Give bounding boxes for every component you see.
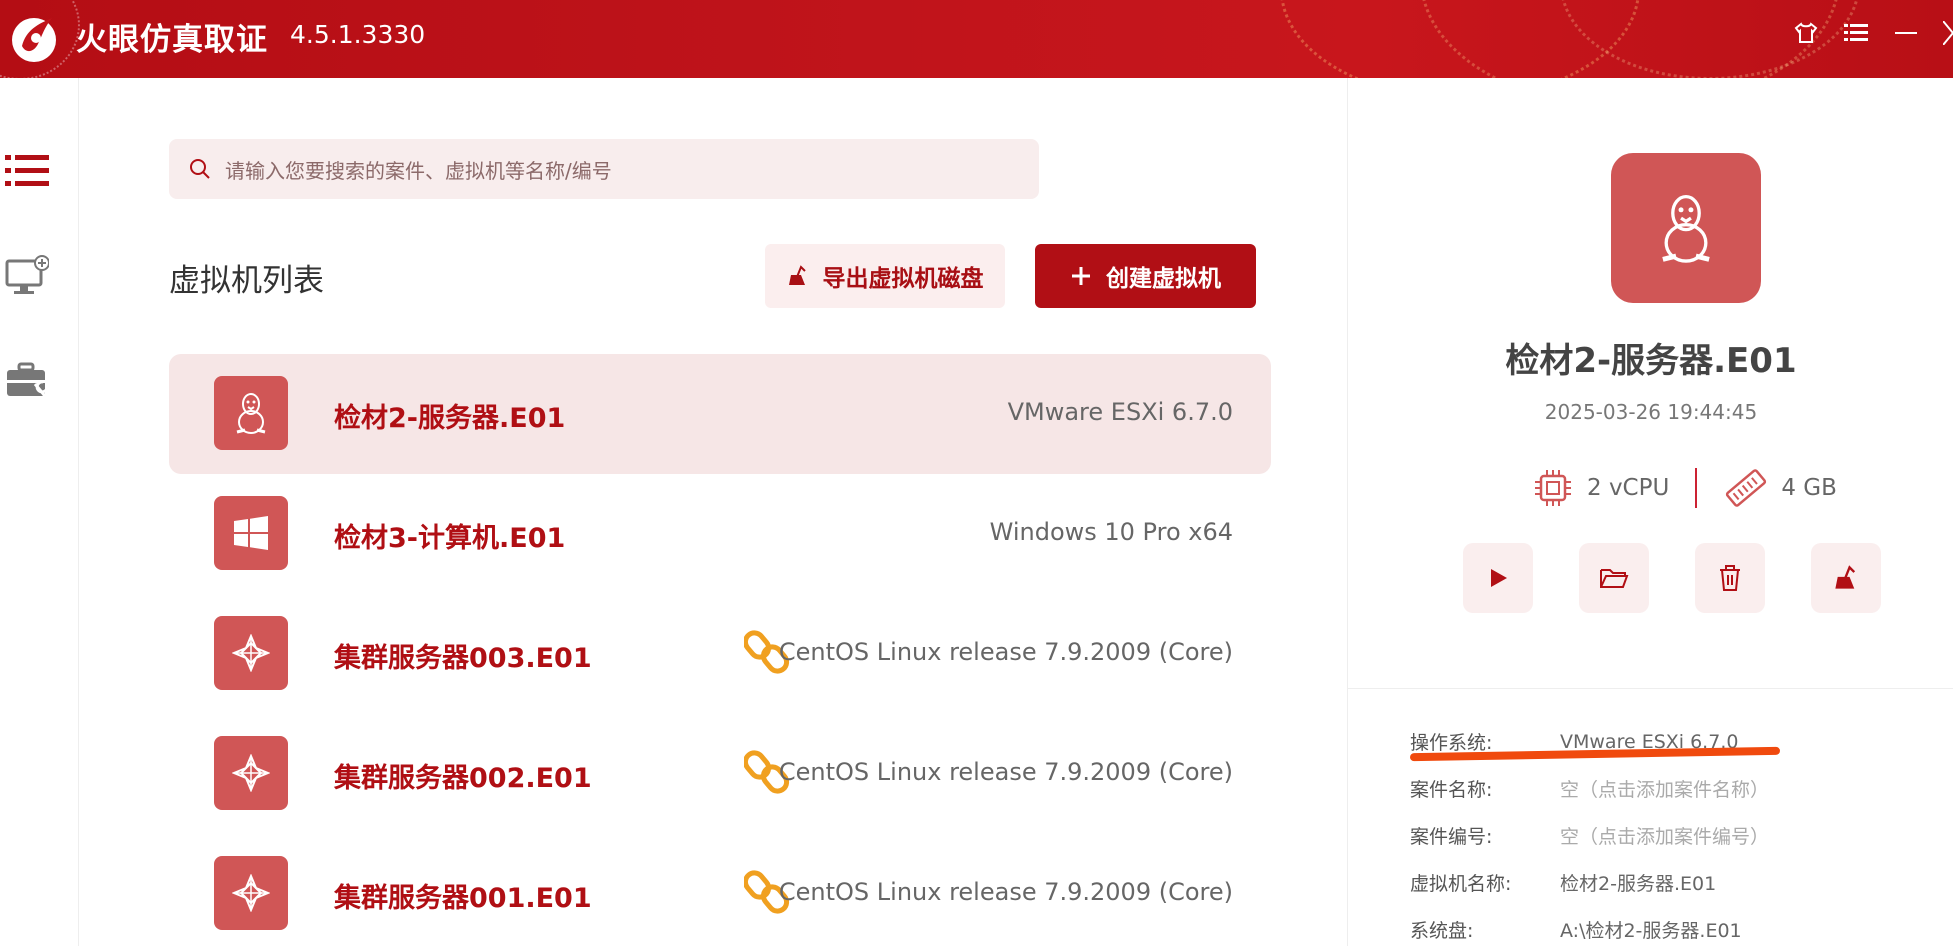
export-disk-icon — [1835, 565, 1856, 589]
vm-name: 集群服务器003.E01 — [334, 643, 592, 674]
create-vm-button[interactable]: 创建虚拟机 — [1035, 244, 1256, 308]
vm-list: 检材2-服务器.E01 VMware ESXi 6.7.0 检材3-计算机.E0… — [169, 354, 1271, 946]
vm-list-item[interactable]: 检材2-服务器.E01 VMware ESXi 6.7.0 — [169, 354, 1271, 474]
centos-icon — [214, 856, 288, 930]
detail-divider — [1348, 688, 1953, 689]
vm-name: 集群服务器002.E01 — [334, 763, 592, 794]
vm-name: 集群服务器001.E01 — [334, 883, 592, 914]
window-controls — [1793, 20, 1953, 46]
centos-icon — [214, 736, 288, 810]
vm-list-nav-icon[interactable] — [4, 148, 50, 194]
memory-spec: 4 GB — [1723, 466, 1837, 510]
open-folder-button[interactable] — [1579, 543, 1649, 613]
search-icon — [190, 159, 210, 179]
export-disk-button[interactable]: 导出虚拟机磁盘 — [765, 244, 1005, 308]
spec-divider — [1695, 468, 1698, 508]
vm-list-item[interactable]: 集群服务器001.E01 CentOS Linux release 7.9.20… — [169, 834, 1271, 946]
skin-icon[interactable] — [1793, 20, 1819, 46]
plus-icon — [1072, 267, 1090, 285]
app-logo-icon — [12, 18, 56, 62]
vm-list-title: 虚拟机列表 — [169, 263, 324, 299]
cpu-value: 2 vCPU — [1587, 475, 1670, 501]
close-icon[interactable] — [1943, 20, 1953, 46]
vm-list-item[interactable]: 集群服务器002.E01 CentOS Linux release 7.9.20… — [169, 714, 1271, 834]
info-label: 系统盘: — [1410, 920, 1474, 942]
vm-list-item[interactable]: 检材3-计算机.E01 Windows 10 Pro x64 — [169, 474, 1271, 594]
memory-icon — [1726, 469, 1767, 507]
app-version: 4.5.1.3330 — [290, 20, 426, 49]
info-row-case-name[interactable]: 案件名称: 空（点击添加案件名称） — [1410, 765, 1769, 812]
windows-icon — [214, 496, 288, 570]
detail-vm-name: 检材2-服务器.E01 — [1505, 341, 1797, 381]
info-row-system-disk: 系统盘: A:\检材2-服务器.E01 — [1410, 906, 1769, 946]
vm-os: Windows 10 Pro x64 — [989, 518, 1233, 546]
play-icon — [1491, 569, 1507, 587]
vm-name: 检材2-服务器.E01 — [334, 403, 566, 434]
export-disk-icon — [788, 265, 806, 285]
cpu-icon — [1535, 470, 1571, 506]
info-row-vm-name: 虚拟机名称: 检材2-服务器.E01 — [1410, 859, 1769, 906]
title-bar: 火眼仿真取证 4.5.1.3330 — [0, 0, 1953, 78]
centos-icon — [214, 616, 288, 690]
toolbox-nav-icon[interactable] — [4, 358, 50, 404]
vm-os: CentOS Linux release 7.9.2009 (Core) — [778, 638, 1233, 666]
memory-value: 4 GB — [1781, 475, 1837, 501]
info-value[interactable]: 空（点击添加案件编号） — [1560, 822, 1769, 849]
cpu-spec: 2 vCPU — [1531, 466, 1669, 510]
add-monitor-nav-icon[interactable] — [4, 253, 50, 299]
vm-name: 检材3-计算机.E01 — [334, 523, 566, 554]
minimize-icon[interactable] — [1893, 20, 1919, 46]
detail-timestamp: 2025-03-26 19:44:45 — [1544, 400, 1758, 424]
linux-tux-icon — [214, 376, 288, 450]
info-label: 虚拟机名称: — [1410, 873, 1512, 895]
create-vm-label: 创建虚拟机 — [1106, 266, 1221, 292]
vm-os: CentOS Linux release 7.9.2009 (Core) — [778, 878, 1233, 906]
trash-icon — [1720, 565, 1740, 591]
export-disk-action-button[interactable] — [1811, 543, 1881, 613]
info-value: A:\检材2-服务器.E01 — [1560, 920, 1742, 942]
info-label: 案件编号: — [1410, 826, 1493, 848]
menu-icon[interactable] — [1843, 20, 1869, 46]
info-row-case-number[interactable]: 案件编号: 空（点击添加案件编号） — [1410, 812, 1769, 859]
start-vm-button[interactable] — [1463, 543, 1533, 613]
info-value[interactable]: 空（点击添加案件名称） — [1560, 775, 1769, 802]
left-sidebar — [0, 78, 79, 946]
delete-vm-button[interactable] — [1695, 543, 1765, 613]
vm-list-item[interactable]: 集群服务器003.E01 CentOS Linux release 7.9.20… — [169, 594, 1271, 714]
vm-actions — [1463, 543, 1881, 613]
folder-open-icon — [1600, 569, 1629, 588]
vm-detail-panel: 检材2-服务器.E01 2025-03-26 19:44:45 2 vCPU 4… — [1347, 78, 1953, 946]
vm-specs: 2 vCPU 4 GB — [1531, 463, 1837, 513]
info-value: 检材2-服务器.E01 — [1560, 873, 1717, 895]
app-title: 火眼仿真取证 — [76, 22, 268, 58]
export-disk-label: 导出虚拟机磁盘 — [822, 266, 984, 292]
info-label: 案件名称: — [1410, 779, 1493, 801]
vm-os: VMware ESXi 6.7.0 — [1007, 398, 1233, 426]
search-placeholder: 请输入您要搜索的案件、虚拟机等名称/编号 — [225, 158, 612, 183]
vm-os: CentOS Linux release 7.9.2009 (Core) — [778, 758, 1233, 786]
linux-tux-icon — [1611, 153, 1761, 303]
search-input[interactable]: 请输入您要搜索的案件、虚拟机等名称/编号 — [169, 139, 1039, 199]
